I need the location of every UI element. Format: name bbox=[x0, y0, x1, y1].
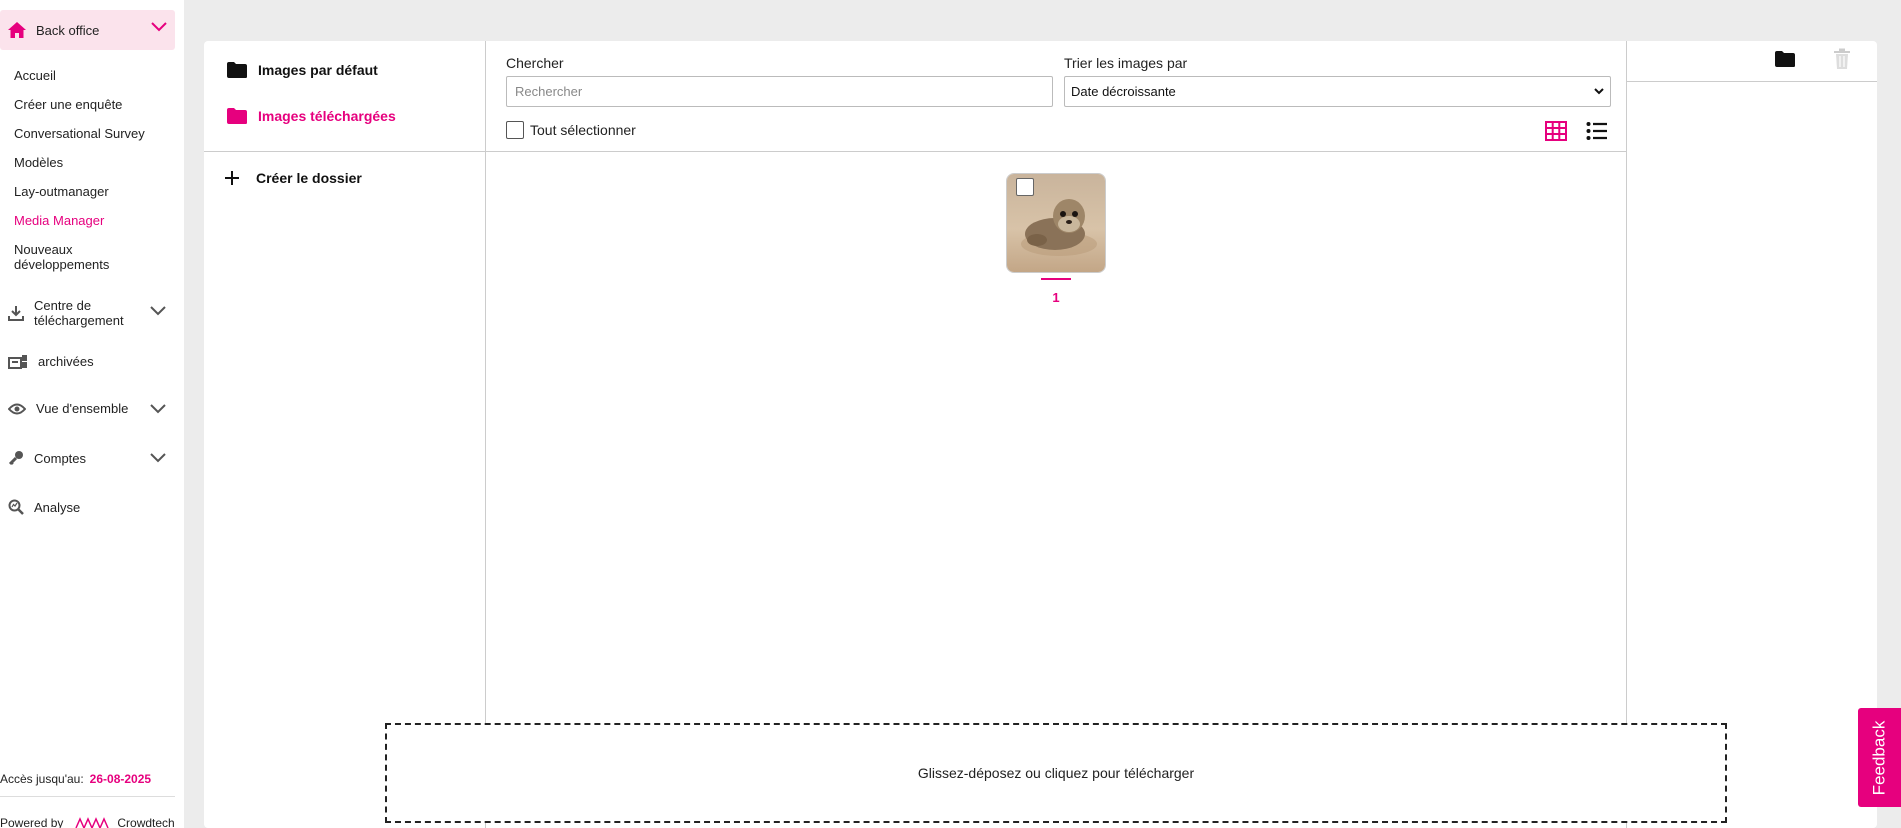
sidebar-link-nouveaux-developpements[interactable]: Nouveaux développements bbox=[14, 242, 134, 272]
eye-icon bbox=[8, 403, 26, 414]
sort-select-value: Date décroissante bbox=[1071, 84, 1176, 99]
folder-list bbox=[204, 41, 486, 828]
brand-name: Crowdtech bbox=[117, 816, 175, 828]
sidebar-link-media-manager[interactable]: Media Manager bbox=[14, 213, 104, 228]
dropzone-label: Glissez-déposez ou cliquez pour téléchar… bbox=[917, 765, 1195, 781]
select-all-checkbox[interactable] bbox=[506, 121, 524, 139]
home-icon bbox=[8, 22, 26, 38]
sidebar-link-conversational-survey[interactable]: Conversational Survey bbox=[14, 126, 145, 141]
image-label: 1 bbox=[1052, 290, 1060, 305]
chevron-down-icon[interactable] bbox=[150, 306, 166, 316]
back-office-label: Back office bbox=[36, 22, 100, 38]
chevron-down-icon[interactable] bbox=[150, 453, 166, 463]
search-input[interactable] bbox=[506, 76, 1053, 107]
back-office-header[interactable]: Back office bbox=[0, 10, 175, 50]
sidebar-link-accueil[interactable]: Accueil bbox=[14, 68, 56, 83]
sidebar-group-analysis[interactable]: Analyse bbox=[8, 499, 80, 515]
crowdtech-logo-icon bbox=[75, 817, 110, 828]
sidebar-link-creer-enquete[interactable]: Créer une enquête bbox=[14, 97, 122, 112]
plus-icon bbox=[225, 171, 239, 185]
sidebar-group-accounts-label: Comptes bbox=[34, 450, 87, 466]
chevron-down-icon bbox=[1594, 88, 1604, 95]
sidebar-group-overview-label: Vue d'ensemble bbox=[36, 401, 129, 416]
divider bbox=[0, 796, 175, 797]
key-icon bbox=[8, 451, 23, 466]
folder-default-images[interactable]: Images par défaut bbox=[226, 61, 378, 79]
powered-by-label: Powered by bbox=[0, 816, 64, 828]
access-info: Accès jusqu'au: 26-08-2025 bbox=[0, 772, 151, 786]
download-icon bbox=[8, 306, 24, 321]
analysis-icon bbox=[8, 499, 24, 515]
feedback-button[interactable]: Feedback bbox=[1858, 708, 1901, 807]
folder-default-images-label: Images par défaut bbox=[258, 62, 378, 78]
sidebar-link-modeles[interactable]: Modèles bbox=[14, 155, 63, 170]
image-underline bbox=[1041, 278, 1071, 280]
trash-icon[interactable] bbox=[1833, 48, 1851, 70]
sidebar: Back office Accueil Créer une enquête Co… bbox=[0, 0, 184, 828]
divider bbox=[486, 151, 1627, 152]
image-content-area bbox=[486, 41, 1627, 828]
list-view-icon[interactable] bbox=[1586, 121, 1608, 141]
folder-icon bbox=[227, 108, 247, 124]
feedback-label: Feedback bbox=[1869, 720, 1889, 795]
sidebar-group-analysis-label: Analyse bbox=[34, 499, 81, 515]
chevron-up-icon bbox=[151, 22, 167, 32]
select-all[interactable]: Tout sélectionner bbox=[506, 121, 636, 139]
sidebar-link-layout-manager[interactable]: Lay-outmanager bbox=[14, 184, 109, 199]
powered-by: Powered by Crowdtech bbox=[0, 816, 175, 828]
search-label: Chercher bbox=[506, 55, 564, 71]
folder-uploaded-images[interactable]: Images téléchargées bbox=[226, 107, 396, 125]
create-folder-button[interactable]: Créer le dossier bbox=[224, 170, 362, 186]
sort-label: Trier les images par bbox=[1064, 55, 1188, 71]
sort-select[interactable]: Date décroissante bbox=[1064, 76, 1611, 107]
create-folder-label: Créer le dossier bbox=[256, 170, 362, 186]
sidebar-group-downloads-label: Centre de téléchargement bbox=[34, 298, 124, 328]
sidebar-group-archives[interactable]: archivées bbox=[8, 353, 94, 369]
move-to-folder-icon[interactable] bbox=[1774, 50, 1796, 68]
archive-icon bbox=[8, 355, 27, 369]
access-label: Accès jusqu'au: bbox=[0, 772, 84, 786]
sidebar-group-archives-label: archivées bbox=[38, 353, 94, 369]
folder-uploaded-images-label: Images téléchargées bbox=[258, 108, 396, 124]
sidebar-group-accounts[interactable]: Comptes bbox=[8, 450, 86, 466]
grid-view-icon[interactable] bbox=[1545, 121, 1567, 141]
image-checkbox[interactable] bbox=[1016, 178, 1034, 196]
sidebar-group-downloads[interactable]: Centre de téléchargement bbox=[8, 298, 134, 328]
sidebar-group-overview[interactable]: Vue d'ensemble bbox=[8, 401, 128, 416]
select-all-label: Tout sélectionner bbox=[530, 122, 636, 138]
divider bbox=[204, 151, 486, 152]
folder-icon bbox=[227, 62, 247, 78]
access-date: 26-08-2025 bbox=[89, 772, 152, 786]
chevron-down-icon[interactable] bbox=[150, 404, 166, 414]
upload-dropzone[interactable]: Glissez-déposez ou cliquez pour téléchar… bbox=[385, 723, 1727, 823]
